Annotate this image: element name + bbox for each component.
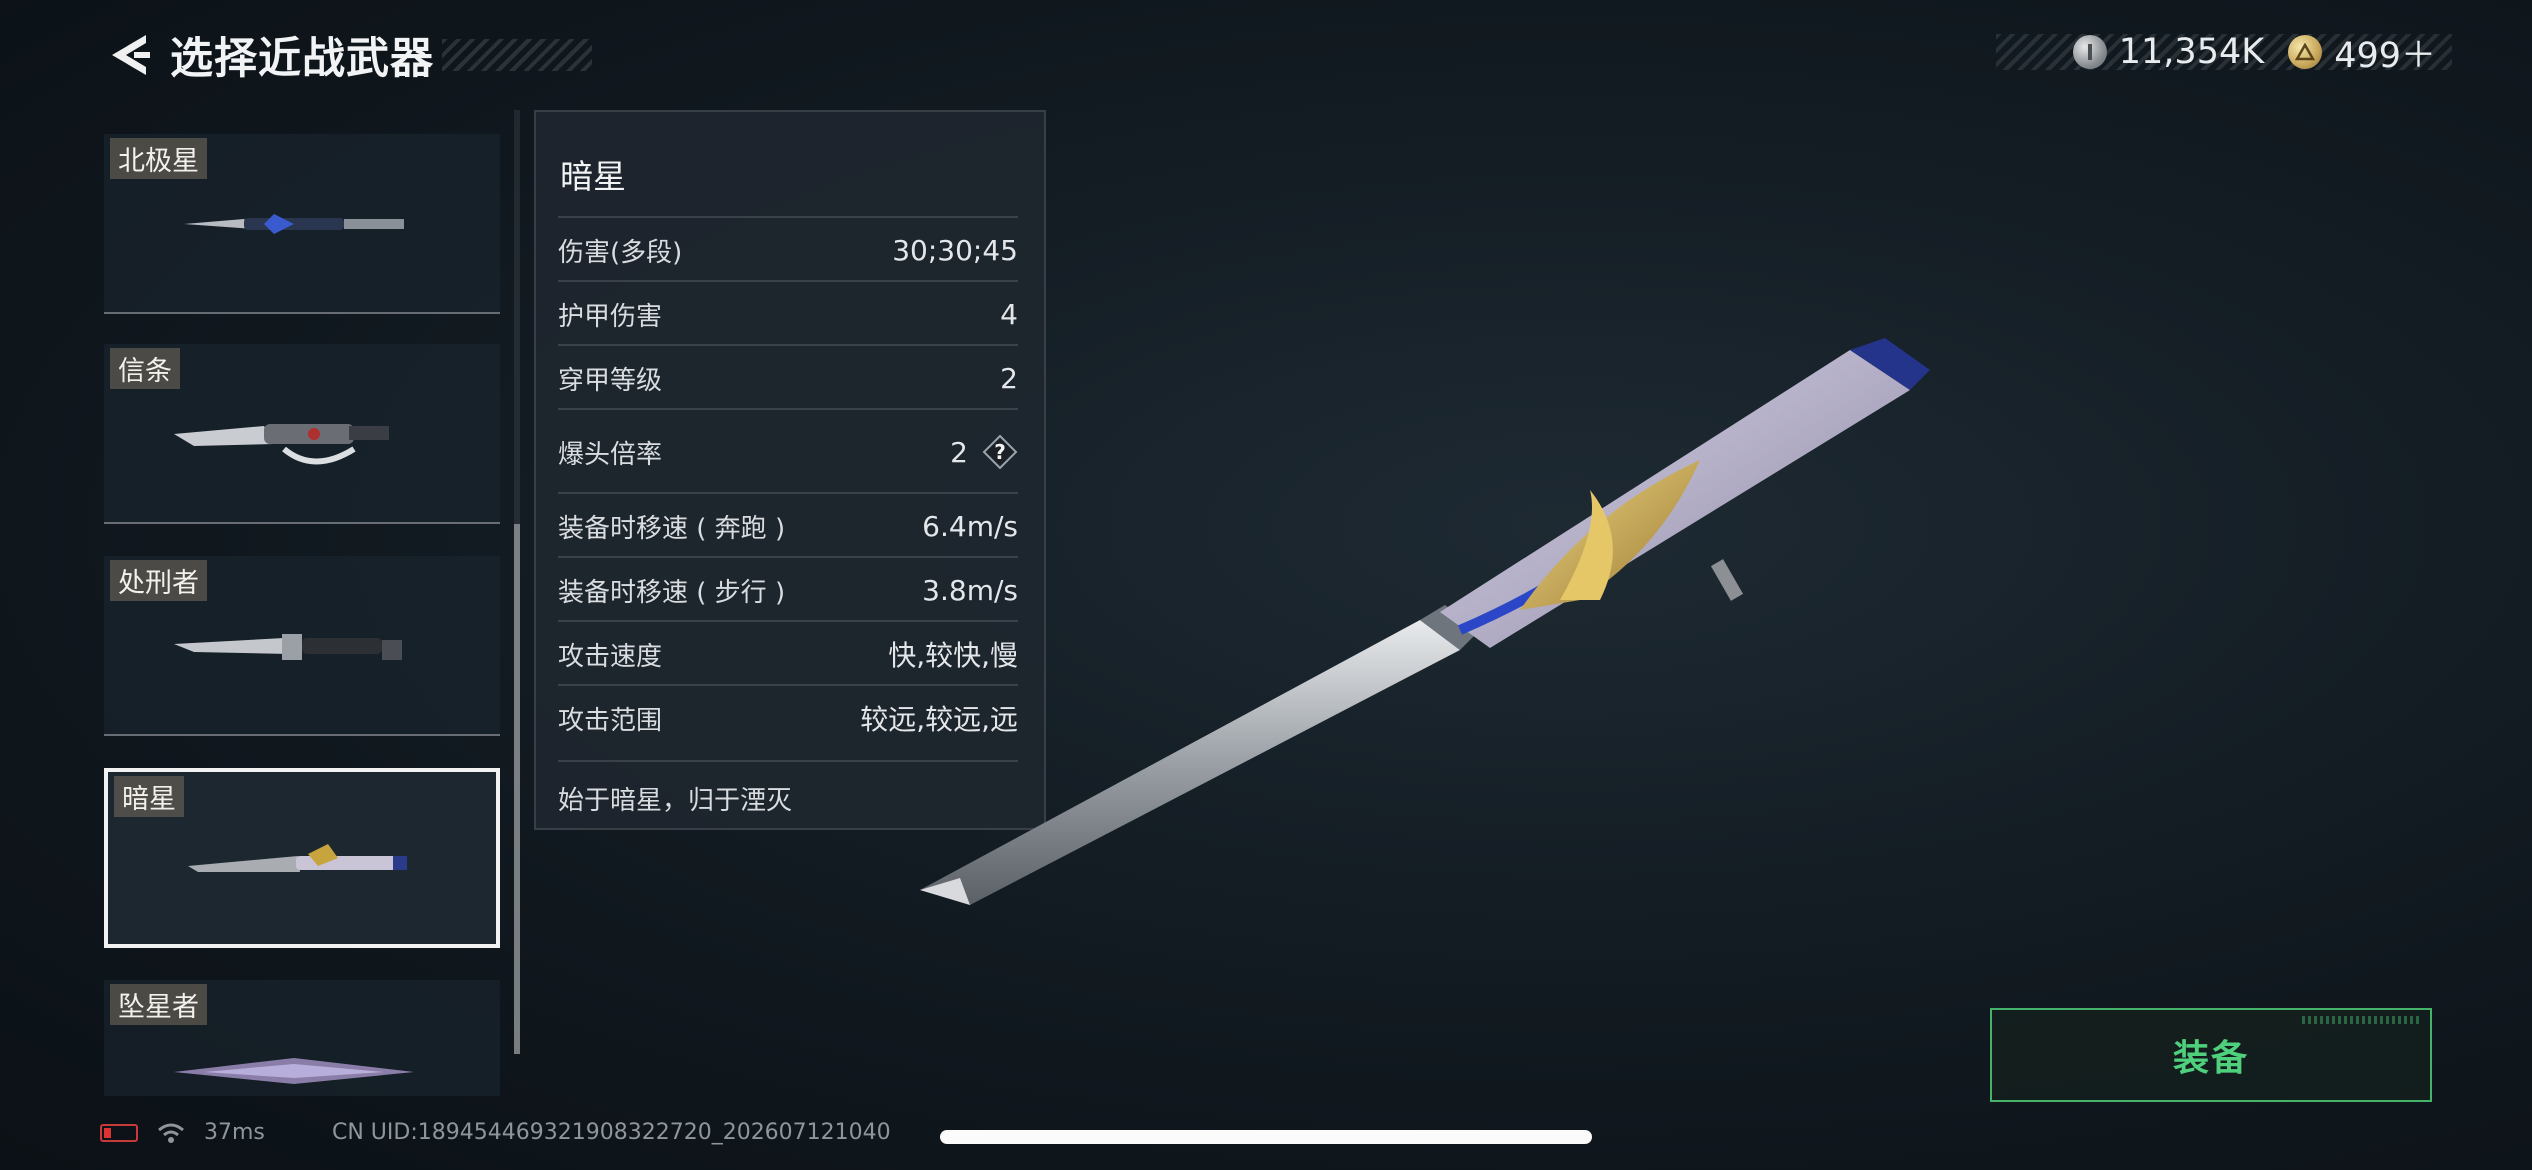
weapon-thumbnail bbox=[188, 844, 407, 872]
stat-label: 装备时移速 ( 奔跑 ) bbox=[558, 513, 786, 544]
stat-value: 30;30;45 bbox=[892, 233, 1018, 267]
weapon-thumbnail bbox=[174, 634, 402, 660]
user-uid: CN UID:18945446932190832272​0_2026071210… bbox=[332, 1120, 891, 1145]
currency-bar: 11,354K 499＋ bbox=[1996, 32, 2452, 76]
stat-label: 攻击速度 bbox=[558, 641, 663, 672]
weapon-card-creed[interactable]: 信条 bbox=[104, 344, 500, 524]
weapon-list-scrollbar[interactable] bbox=[514, 110, 520, 1054]
weapon-thumbnail bbox=[174, 1058, 414, 1084]
weapon-card-star-faller[interactable]: 坠星者 bbox=[104, 980, 500, 1096]
weapon-card-label: 处刑者 bbox=[110, 560, 207, 601]
stat-label: 伤害(多段) bbox=[558, 237, 683, 268]
stat-label: 攻击范围 bbox=[558, 705, 663, 736]
weapon-card-label: 北极星 bbox=[110, 138, 207, 179]
weapon-card-label: 坠星者 bbox=[110, 984, 207, 1025]
stat-label: 爆头倍率 bbox=[558, 439, 663, 470]
weapon-card-label: 暗星 bbox=[114, 776, 184, 817]
equip-button-label: 装备 bbox=[2172, 1038, 2249, 1079]
stat-label: 穿甲等级 bbox=[558, 365, 663, 396]
weapon-card-dark-star[interactable]: 暗星 bbox=[104, 768, 500, 948]
weapon-list: 北极星 信条 处刑者 暗星 坠星者 bbox=[104, 130, 504, 1096]
equip-decoration bbox=[2302, 1016, 2422, 1024]
ping-value: 37ms bbox=[204, 1120, 265, 1145]
back-arrow-icon[interactable] bbox=[100, 24, 160, 86]
stat-label: 装备时移速 ( 步行 ) bbox=[558, 577, 786, 608]
wifi-icon bbox=[158, 1123, 184, 1143]
page-title: 选择近战武器 bbox=[170, 34, 434, 84]
gold-amount: 499＋ bbox=[2334, 35, 2436, 76]
home-indicator[interactable] bbox=[940, 1130, 1592, 1144]
scroll-thumb[interactable] bbox=[514, 524, 520, 1054]
weapon-card-polaris[interactable]: 北极星 bbox=[104, 134, 500, 314]
header: 选择近战武器 bbox=[100, 24, 592, 86]
weapon-card-label: 信条 bbox=[110, 348, 180, 389]
weapon-preview-image[interactable] bbox=[900, 330, 2100, 950]
stat-label: 护甲伤害 bbox=[558, 301, 663, 332]
weapon-thumbnail bbox=[174, 424, 389, 465]
stats-weapon-name: 暗星 bbox=[560, 157, 626, 196]
gold-currency[interactable]: 499＋ bbox=[2288, 27, 2436, 78]
silver-amount: 11,354K bbox=[2118, 32, 2265, 72]
gold-coin-icon bbox=[2288, 35, 2323, 69]
title-decoration bbox=[442, 39, 592, 71]
battery-icon bbox=[100, 1123, 138, 1142]
silver-currency[interactable]: 11,354K bbox=[2072, 32, 2265, 72]
stat-value: 4 bbox=[1000, 297, 1018, 331]
silver-coin-icon bbox=[2072, 35, 2107, 69]
weapon-card-executioner[interactable]: 处刑者 bbox=[104, 556, 500, 736]
equip-button[interactable]: 装备 bbox=[1990, 1008, 2432, 1102]
weapon-thumbnail bbox=[184, 214, 404, 234]
stat-row-damage: 伤害(多段) 30;30;45 bbox=[558, 216, 1018, 282]
status-bar: 37ms bbox=[100, 1120, 265, 1145]
